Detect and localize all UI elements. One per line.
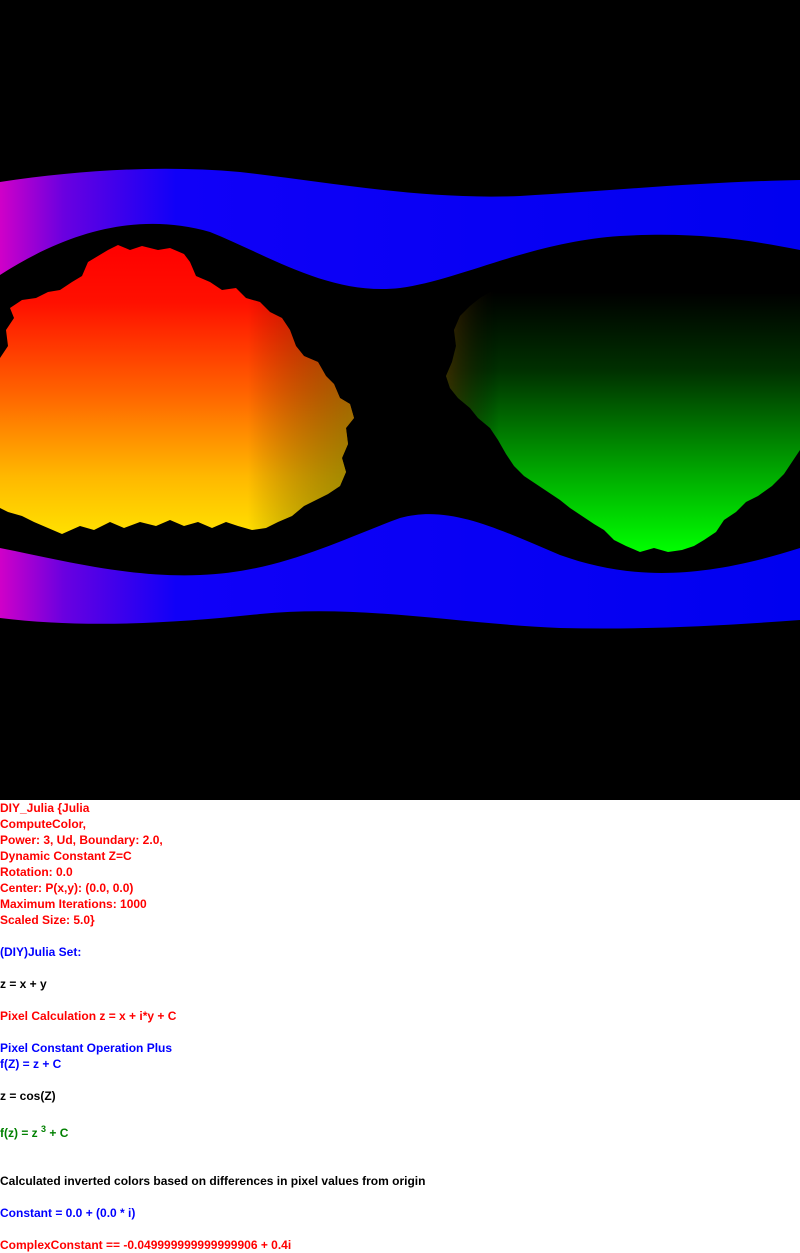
color-method-note: Calculated inverted colors based on diff… [0, 1174, 426, 1188]
param-line-compute-color: ComputeColor, [0, 817, 86, 831]
left-julia-lobe [0, 245, 354, 534]
right-julia-lobe [446, 292, 800, 552]
fz-plus-formula: f(Z) = z + C [0, 1057, 62, 1071]
param-line-max-iterations: Maximum Iterations: 1000 [0, 897, 147, 911]
param-line-center: Center: P(x,y): (0.0, 0.0) [0, 881, 134, 895]
power-formula-prefix: f(z) = z [0, 1126, 41, 1140]
pixel-calculation: Pixel Calculation z = x + i*y + C [0, 1009, 177, 1023]
param-line-power: Power: 3, Ud, Boundary: 2.0, [0, 833, 163, 847]
param-line-scaled-size: Scaled Size: 5.0} [0, 913, 95, 927]
fractal-info-panel: DIY_Julia {Julia ComputeColor, Power: 3,… [0, 800, 800, 1253]
z-definition: z = x + y [0, 977, 47, 991]
z-cos-formula: z = cos(Z) [0, 1089, 56, 1103]
power-formula-suffix: + C [46, 1126, 69, 1140]
constant-operation: Pixel Constant Operation Plus [0, 1041, 173, 1055]
param-line-constant-mode: Dynamic Constant Z=C [0, 849, 132, 863]
constant-value: Constant = 0.0 + (0.0 * i) [0, 1206, 136, 1220]
complex-constant-value: ComplexConstant == -0.049999999999999906… [0, 1238, 292, 1252]
fractal-image [0, 168, 800, 629]
set-title: (DIY)Julia Set: [0, 945, 82, 959]
fractal-render-canvas[interactable] [0, 0, 800, 800]
power-formula: f(z) = z 3 + C [0, 1125, 68, 1141]
param-line-name: DIY_Julia {Julia [0, 801, 90, 815]
param-line-rotation: Rotation: 0.0 [0, 865, 73, 879]
